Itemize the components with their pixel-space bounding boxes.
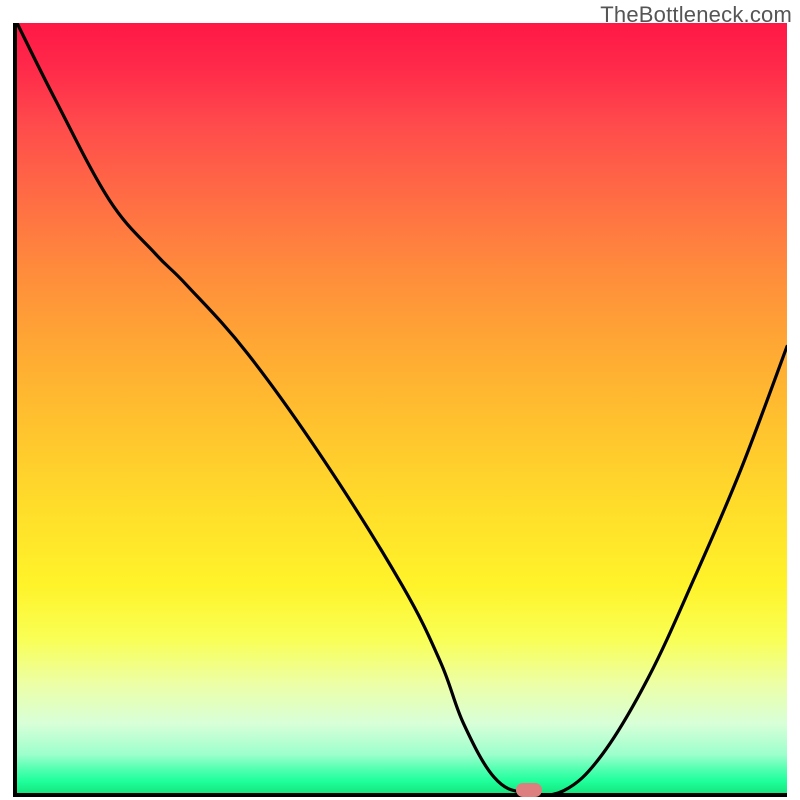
chart-container: TheBottleneck.com [0, 0, 800, 800]
watermark-text: TheBottleneck.com [600, 2, 792, 28]
chart-svg [17, 23, 787, 793]
bottleneck-curve [17, 23, 787, 793]
optimal-point-marker [516, 783, 542, 797]
